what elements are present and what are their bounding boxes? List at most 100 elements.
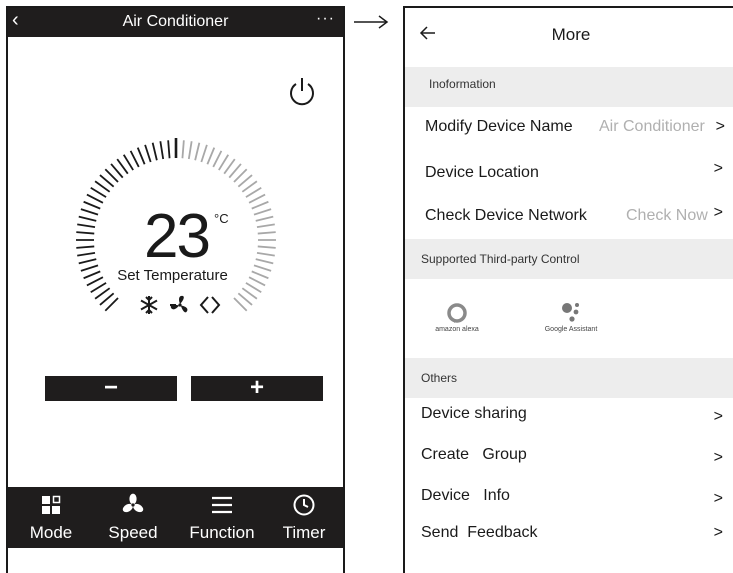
dial-tick [187,141,193,160]
google-assistant-button[interactable]: Google Assistant [533,298,609,333]
set-temperature-label: Set Temperature [117,267,228,284]
dial-tick [253,208,272,216]
dial-tick [159,141,165,160]
row-device-info[interactable]: Device Info > [405,487,733,509]
ac-control-screen: ‹ Air Conditioner ··· 23 °C Set Temperat… [6,6,345,573]
tab-speed[interactable]: Speed [100,487,166,548]
bottom-tab-bar: Mode Speed Function Timer [8,487,343,548]
dial-tick [257,245,276,249]
tab-timer[interactable]: Timer [274,487,334,548]
row-label: Send Feedback [421,524,538,541]
dial-tick [255,215,274,222]
dial-tick [76,245,95,249]
row-label: Device Location [425,164,539,181]
row-create-group[interactable]: Create Group > [405,446,733,468]
chevron-right-icon: > [715,118,725,135]
dial-tick [255,258,274,265]
chevron-right-icon: > [713,490,723,507]
dial-tick [90,282,107,294]
chevron-right-icon: > [713,204,723,221]
fan-icon [122,493,144,513]
tab-mode[interactable]: Mode [22,487,80,548]
assistant-label: Google Assistant [544,326,598,333]
tab-label: Function [189,523,255,542]
row-modify-device-name[interactable]: Modify Device Name Air Conditioner > [405,118,733,140]
dial-tick [167,140,171,159]
row-device-sharing[interactable]: Device sharing > [405,405,733,427]
dial-tick [136,147,146,165]
page-title: Air Conditioner [122,13,229,30]
dial-tick [212,150,223,168]
alexa-button[interactable]: amazon alexa [427,302,487,333]
dial-tick [200,144,208,163]
page-title: More [551,25,591,44]
dial-tick [77,223,96,229]
clock-icon [293,494,315,516]
google-assistant-icon [562,303,579,322]
dial-tick [78,215,97,222]
check-now-link[interactable]: Check Now [626,207,708,225]
row-device-location[interactable]: Device Location > [405,160,733,186]
dial-tick [245,186,262,198]
device-name-value: Air Conditioner [599,118,705,135]
tab-label: Timer [282,523,326,542]
increase-temperature-button[interactable]: + [191,376,323,401]
dial-tick [116,158,129,175]
dial-tick [83,200,101,210]
dial-tick [144,144,152,163]
chevron-right-icon: > [713,449,723,466]
dial-tick [129,150,140,168]
auto-cycle-icon [199,296,221,314]
temperature-unit: °C [214,211,229,226]
top-bar: ‹ Air Conditioner ··· [8,8,343,37]
more-settings-screen: More Inoformation Modify Device Name Air… [403,6,733,573]
row-label: Create Group [421,446,527,463]
dial-tick [256,223,275,229]
section-third-party: Supported Third-party Control [405,239,733,279]
dial-tick [218,154,230,171]
decrease-temperature-button[interactable]: − [45,376,177,401]
dial-tick [223,158,236,175]
dial-tick [94,287,111,300]
ellipsis-icon[interactable]: ··· [316,10,335,28]
fan-icon [170,295,188,313]
dial-tick [248,193,266,204]
dial-tick [86,193,104,204]
dial-tick [77,251,96,257]
chevron-right-icon: > [713,408,723,425]
mode-status-icons [140,295,221,314]
row-label: Device Info [421,487,510,504]
row-check-device-network[interactable]: Check Device Network Check Now > [405,204,733,229]
dial-tick [122,154,134,171]
alexa-icon [447,303,467,323]
power-icon[interactable] [287,76,317,108]
dial-tick [151,142,158,161]
section-others: Others [405,358,733,398]
mode-grid-icon [42,495,61,514]
dial-tick [241,180,258,193]
section-information: Inoformation [405,67,733,107]
dial-tick [80,208,99,216]
dial-tick [90,186,107,198]
chevron-right-icon: > [713,524,723,541]
chevron-right-icon: > [713,160,723,177]
row-label: Check Device Network [425,207,587,224]
assistant-label: amazon alexa [435,326,479,333]
row-send-feedback[interactable]: Send Feedback > [405,524,733,546]
tab-label: Speed [108,523,158,542]
dial-tick [78,258,97,265]
tab-function[interactable]: Function [182,487,262,548]
menu-icon [212,496,232,514]
temperature-value: 23 [144,202,211,271]
dial-tick [181,140,185,159]
dial-tick [194,142,201,161]
tab-label: Mode [29,523,73,542]
dial-tick [241,287,258,300]
dial-tick [94,180,111,193]
snowflake-icon [140,296,158,314]
dial-tick [206,147,216,165]
dial-tick [76,231,95,235]
row-label: Device sharing [421,405,527,422]
dial-tick [245,282,262,294]
arrow-right-icon [354,15,389,29]
